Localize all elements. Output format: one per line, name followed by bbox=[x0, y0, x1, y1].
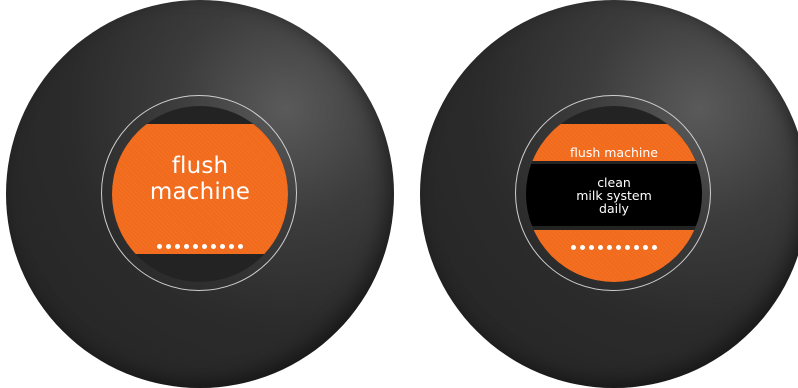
indicator-dot bbox=[193, 244, 198, 249]
indicator-dot bbox=[238, 244, 243, 249]
page-indicator-dots bbox=[112, 244, 288, 249]
indicator-dot bbox=[184, 244, 189, 249]
indicator-dot bbox=[589, 245, 594, 250]
indicator-dot bbox=[607, 245, 612, 250]
message-line-3: daily bbox=[599, 200, 629, 216]
footer-panel bbox=[526, 230, 702, 282]
round-display: flush machine clean milk system daily bbox=[526, 106, 702, 282]
coffee-machine-dials: flush machine flush machine clean milk s… bbox=[0, 0, 798, 388]
title-line-2: machine bbox=[149, 179, 251, 205]
indicator-dot bbox=[211, 244, 216, 249]
page-indicator-dots bbox=[526, 245, 702, 250]
display-bezel: flush machine bbox=[101, 95, 297, 291]
indicator-dot bbox=[202, 244, 207, 249]
indicator-dot bbox=[229, 244, 234, 249]
title-line-1: flush bbox=[171, 153, 229, 179]
message-box: clean milk system daily bbox=[526, 164, 702, 226]
indicator-dot bbox=[571, 245, 576, 250]
indicator-dot bbox=[175, 244, 180, 249]
indicator-dot bbox=[625, 245, 630, 250]
indicator-dot bbox=[580, 245, 585, 250]
indicator-dot bbox=[643, 245, 648, 250]
indicator-dot bbox=[616, 245, 621, 250]
flush-machine-panel[interactable]: flush machine bbox=[112, 124, 288, 254]
display-bezel: flush machine clean milk system daily bbox=[515, 95, 711, 291]
round-display: flush machine bbox=[112, 106, 288, 282]
header-label: flush machine bbox=[570, 145, 658, 160]
message-line-2: milk system bbox=[576, 187, 652, 203]
message-text: clean milk system daily bbox=[576, 176, 652, 215]
indicator-dot bbox=[220, 244, 225, 249]
indicator-dot bbox=[598, 245, 603, 250]
message-line-1: clean bbox=[597, 174, 631, 190]
control-dial-right[interactable]: flush machine clean milk system daily bbox=[420, 0, 798, 388]
indicator-dot bbox=[157, 244, 162, 249]
indicator-dot bbox=[166, 244, 171, 249]
indicator-dot bbox=[652, 245, 657, 250]
control-dial-left[interactable]: flush machine bbox=[6, 0, 394, 388]
indicator-dot bbox=[634, 245, 639, 250]
display-title: flush machine bbox=[150, 153, 250, 205]
